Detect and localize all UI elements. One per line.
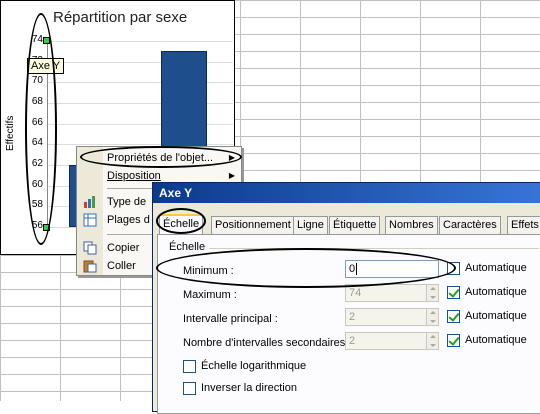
minor-intervals-auto-checkbox[interactable] [447,334,460,347]
axis-tooltip: Axe Y [27,58,65,74]
y-tick-label: 68 [31,96,43,107]
major-interval-label: Intervalle principal : [183,313,278,325]
paste-icon [83,260,97,273]
group-divider [209,248,539,249]
menu-item-label: Coller [107,260,136,272]
maximum-input[interactable]: 74 [345,284,439,302]
y-tick-label: 60 [31,178,43,190]
y-tick-label: 56 [31,220,43,231]
log-scale-label: Échelle logarithmique [201,360,307,372]
tab-caracteres[interactable]: Caractères [439,216,501,235]
y-tick-label: 70 [31,75,43,87]
minimum-auto-checkbox[interactable] [447,262,460,275]
tab-etiquette[interactable]: Étiquette [329,216,381,235]
minimum-input[interactable]: 0 [345,260,439,278]
minor-intervals-input[interactable]: 2 [345,332,439,350]
minor-intervals-label: Nombre d'intervalles secondaires : [183,337,352,349]
menu-item-label: Plages d [107,214,150,226]
y-axis-label: Effectifs [5,115,16,151]
dialog-titlebar[interactable]: Axe Y [153,183,540,203]
chart-type-icon [84,196,95,208]
data-range-icon [83,213,97,227]
log-scale-checkbox[interactable] [183,360,196,373]
tab-ligne[interactable]: Ligne [293,216,328,235]
menu-item-label: Type de [107,196,147,208]
reverse-direction-label: Inverser la direction [201,382,297,394]
tab-positionnement[interactable]: Positionnement [211,216,295,235]
major-interval-spinner[interactable] [426,309,438,325]
y-tick-label: 74 [31,34,43,45]
minimum-label: Minimum : [183,265,234,277]
menu-icon-gutter [77,147,103,275]
menu-item-object-properties[interactable]: Propriétés de l'objet... ▶ [107,149,241,167]
y-tick-label: 66 [31,116,43,128]
minor-intervals-value: 2 [349,335,356,347]
major-interval-value: 2 [349,311,356,323]
chart-title: Répartition par sexe [53,9,188,26]
major-interval-input[interactable]: 2 [345,308,439,326]
maximum-label: Maximum : [183,289,237,301]
minor-intervals-auto-label: Automatique [465,334,527,346]
reverse-direction-checkbox[interactable] [183,382,196,395]
minimum-value: 0 [349,263,356,275]
maximum-auto-checkbox[interactable] [447,286,460,299]
selection-handle-top[interactable] [43,37,50,44]
scale-group-label: Échelle [169,241,206,253]
menu-item-label: Copier [107,242,140,254]
minimum-auto-label: Automatique [465,262,527,274]
maximum-value: 74 [349,287,362,299]
major-interval-auto-label: Automatique [465,310,527,322]
maximum-auto-label: Automatique [465,286,527,298]
copy-icon [83,241,97,255]
minor-intervals-spinner[interactable] [426,333,438,349]
submenu-arrow-icon: ▶ [228,153,235,162]
y-tick-label: 58 [31,199,43,211]
menu-item-label: Propriétés de l'objet... [107,152,214,164]
maximum-spinner[interactable] [426,285,438,301]
selection-handle-bottom[interactable] [43,224,50,231]
major-interval-auto-checkbox[interactable] [447,310,460,323]
axis-properties-dialog: Axe Y Échelle Positionnement Ligne Étiqu… [152,182,540,414]
menu-item-label: Disposition [107,170,161,182]
tab-echelle[interactable]: Échelle [159,214,204,236]
tab-nombres[interactable]: Nombres [385,216,438,235]
y-tick-label: 64 [31,137,43,149]
y-tick-label: 62 [31,158,43,169]
tab-effets[interactable]: Effets [507,216,540,235]
